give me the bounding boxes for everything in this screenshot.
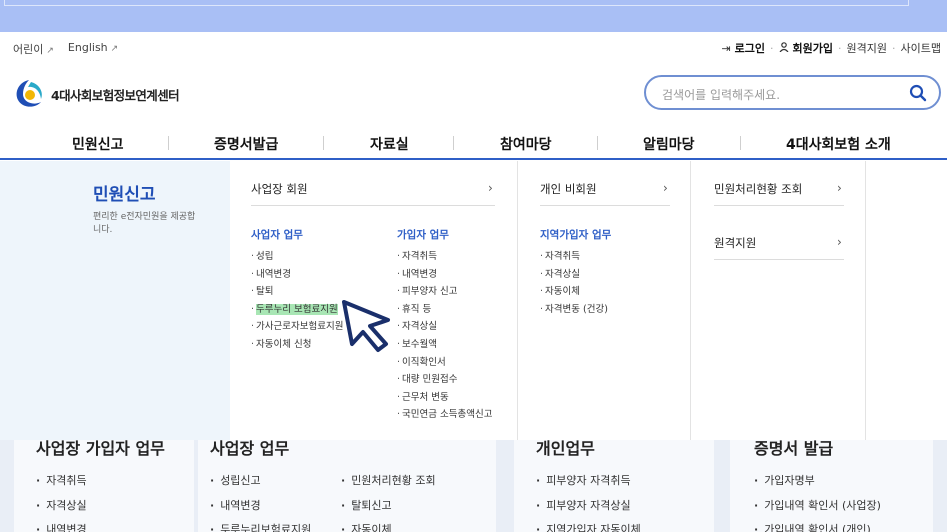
list-item[interactable]: 탈퇴신고 (341, 494, 436, 519)
list-item[interactable]: 두루누리보험료지원 (210, 518, 311, 532)
list-item[interactable]: 자동이체 신청 (251, 336, 343, 354)
chevron-right-icon: › (837, 235, 842, 249)
search-icon[interactable] (909, 84, 927, 102)
quick-section-title: 사업장 업무 (210, 439, 290, 458)
nav-resources[interactable]: 자료실 (370, 134, 409, 154)
join-link[interactable]: 회원가입 (793, 40, 833, 56)
search-input[interactable]: 검색어를 입력해주세요. (644, 75, 941, 110)
mega-menu-desc: 편리한 e전자민원을 제공합니다. (93, 212, 196, 235)
chevron-right-icon: › (837, 181, 842, 195)
list-item[interactable]: 피부양자 신고 (397, 283, 492, 301)
list-item[interactable]: 민원처리현황 조회 (341, 469, 435, 494)
list-item[interactable]: 자동이체 (341, 518, 436, 532)
user-icon (779, 41, 789, 55)
remote-support-menu[interactable]: 원격지원 › (714, 235, 844, 251)
list-item[interactable]: 근무처 변동 (397, 389, 492, 407)
main-navigation: 민원신고 증명서발급 자료실 참여마당 알림마당 4대사회보험 소개 (0, 126, 947, 160)
quick-card: 개인업무 피부양자 자격취득 피부양자 자격상실 지역가입자 자동이체 (514, 439, 714, 532)
site-logo[interactable]: 4대사회보험정보연계센터 (13, 78, 180, 110)
search-placeholder: 검색어를 입력해주세요. (662, 88, 781, 102)
list-item[interactable]: 국민연금 소득총액신고 (397, 406, 492, 424)
list-item[interactable]: 지역가입자 자동이체 (536, 518, 641, 532)
subscriber-tasks-title: 가입자 업무 (397, 229, 449, 241)
quick-section-title: 증명서 발급 (754, 439, 834, 458)
list-item[interactable]: 가입자명부 (754, 469, 881, 494)
external-link-icon: ↗ (110, 44, 119, 54)
member-business-menu[interactable]: 사업장 회원 › (251, 181, 495, 197)
complaint-status-menu[interactable]: 민원처리현황 조회 › (714, 181, 844, 197)
list-item[interactable]: 가입내역 확인서 (개인) (754, 518, 881, 532)
login-link[interactable]: 로그인 (735, 40, 765, 56)
list-item[interactable]: 자격취득 (540, 248, 608, 266)
remote-support-link[interactable]: 원격지원 (847, 40, 887, 56)
chevron-right-icon: › (488, 181, 493, 195)
list-item[interactable]: 가입내역 확인서 (사업장) (754, 494, 881, 519)
list-item[interactable]: 이직확인서 (397, 354, 492, 372)
list-item[interactable]: 탈퇴 (251, 283, 343, 301)
list-item[interactable]: 피부양자 자격상실 (536, 494, 641, 519)
regional-tasks-title: 지역가입자 업무 (540, 229, 612, 241)
list-item[interactable]: 휴직 등 (397, 301, 492, 319)
quick-card: 증명서 발급 가입자명부 가입내역 확인서 (사업장) 가입내역 확인서 (개인… (730, 439, 933, 532)
nav-about[interactable]: 4대사회보험 소개 (786, 134, 891, 154)
list-item[interactable]: 가사근로자보험료지원 (251, 318, 343, 336)
individual-nonmember-menu[interactable]: 개인 비회원 › (540, 181, 670, 197)
external-link-icon: ↗ (46, 46, 54, 56)
mega-menu-side: 민원신고 편리한 e전자민원을 제공합니다. (0, 161, 230, 445)
nav-participation[interactable]: 참여마당 (500, 134, 552, 154)
list-item[interactable]: 자격상실 (540, 266, 608, 284)
utility-bar: 어린이 ↗ English ↗ ⇥ 로그인 · 회원가입 · 원격지원 · 사이트맵 (13, 40, 941, 57)
list-item[interactable]: 자격취득 (36, 469, 86, 494)
list-item[interactable]: 대량 민원접수 (397, 371, 492, 389)
browser-top-band (0, 0, 947, 32)
quick-card: 사업장 가입자 업무 자격취득 자격상실 내역변경 (14, 439, 194, 532)
english-link[interactable]: English ↗ (68, 41, 118, 57)
list-item[interactable]: 내역변경 (36, 518, 86, 532)
kids-link[interactable]: 어린이 ↗ (13, 41, 54, 57)
mega-menu: 민원신고 편리한 e전자민원을 제공합니다. 사업장 회원 › 개인 비회원 ›… (0, 161, 947, 445)
quick-section-title: 개인업무 (536, 439, 595, 458)
mega-menu-title: 민원신고 (93, 185, 156, 205)
employer-tasks-list: 성립 내역변경 탈퇴 두루누리 보험료지원 가사근로자보험료지원 자동이체 신청 (251, 248, 343, 354)
list-item[interactable]: 피부양자 자격취득 (536, 469, 641, 494)
list-item[interactable]: 자격취득 (397, 248, 492, 266)
quick-card: 사업장 업무 성립신고 내역변경 두루누리보험료지원 민원처리현황 조회 탈퇴신… (198, 439, 496, 532)
list-item[interactable]: 보수월액 (397, 336, 492, 354)
subscriber-tasks-list: 자격취득 내역변경 피부양자 신고 휴직 등 자격상실 보수월액 이직확인서 대… (397, 248, 492, 424)
nav-complaint[interactable]: 민원신고 (72, 134, 124, 154)
quick-section-title: 사업장 가입자 업무 (36, 439, 165, 458)
list-item[interactable]: 자격상실 (36, 494, 86, 519)
mouse-cursor-icon (342, 300, 390, 352)
list-item[interactable]: 자격변동 (건강) (540, 301, 608, 319)
list-item[interactable]: 성립 (251, 248, 343, 266)
logo-icon (16, 80, 42, 107)
sitemap-link[interactable]: 사이트맵 (901, 40, 941, 56)
list-item[interactable]: 내역변경 (251, 266, 343, 284)
list-item[interactable]: 자격상실 (397, 318, 492, 336)
regional-tasks-list: 자격취득 자격상실 자동이체 자격변동 (건강) (540, 248, 608, 318)
login-icon: ⇥ (721, 41, 731, 55)
list-item[interactable]: 내역변경 (210, 494, 311, 519)
chevron-right-icon: › (663, 181, 668, 195)
list-item[interactable]: 성립신고 (210, 469, 311, 494)
list-item-highlighted[interactable]: 두루누리 보험료지원 (251, 301, 343, 319)
site-name: 4대사회보험정보연계센터 (51, 87, 180, 103)
list-item[interactable]: 내역변경 (397, 266, 492, 284)
quick-menu-area: 사업장 가입자 업무 자격취득 자격상실 내역변경 사업장 업무 성립신고 내역… (0, 439, 947, 532)
nav-certificate[interactable]: 증명서발급 (214, 134, 278, 154)
nav-notice[interactable]: 알림마당 (643, 134, 695, 154)
employer-tasks-title: 사업자 업무 (251, 229, 303, 241)
list-item[interactable]: 자동이체 (540, 283, 608, 301)
